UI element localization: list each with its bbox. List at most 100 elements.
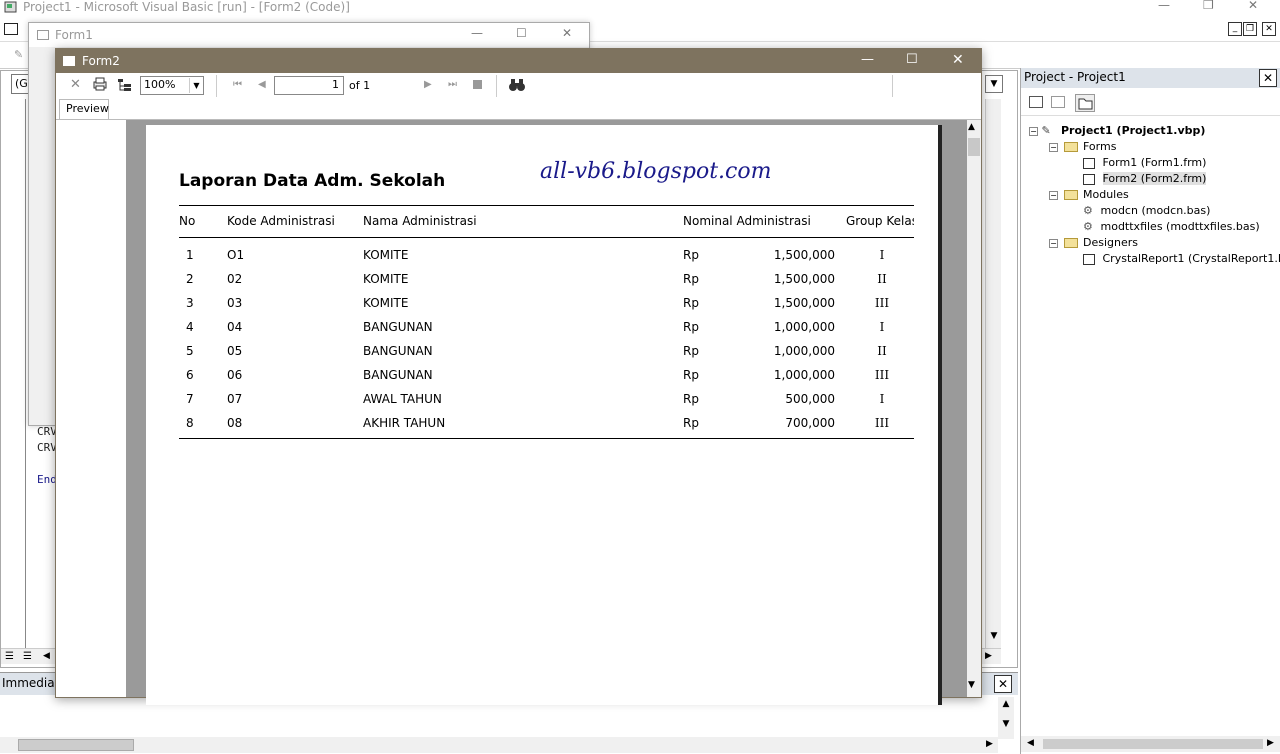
scroll-down-button[interactable]: ▼ (986, 631, 1002, 647)
page-number-value: 1 (332, 78, 339, 91)
scroll-right-button[interactable]: ▶ (1267, 738, 1274, 748)
project-hscroll[interactable]: ◀ ▶ (1021, 736, 1280, 752)
cell-nominal: 1,500,000 (773, 272, 835, 286)
collapse-icon[interactable]: − (1049, 239, 1058, 248)
cell-kode: 06 (227, 368, 243, 382)
cell-no: 1 (186, 248, 194, 262)
tree-root[interactable]: − ✎ Project1 (Project1.vbp) (1029, 124, 1205, 137)
cell-nama: BANGUNAN (363, 344, 433, 358)
hscroll-thumb[interactable] (1043, 739, 1263, 749)
form2-window[interactable]: Form2 — ☐ ✕ ✕ 100% ▼ ⏮ ◀ 1 of 1 ▶ ⏭ Prev… (55, 48, 982, 705)
folder-icon (1063, 238, 1078, 248)
proc-combo-dropdown[interactable]: ▼ (985, 75, 1003, 93)
search-binoculars-icon[interactable] (508, 77, 526, 93)
tab-preview[interactable]: Preview (59, 99, 109, 119)
tree-item-label: modcn (modcn.bas) (1100, 204, 1211, 217)
toggle-folders-icon[interactable] (1075, 94, 1095, 112)
immediate-vscroll[interactable]: ▲ ▼ (998, 697, 1014, 739)
first-page-icon[interactable]: ⏮ (233, 79, 242, 90)
cell-nominal: 500,000 (785, 392, 835, 406)
immediate-hscroll[interactable]: ▶ (0, 737, 998, 753)
form2-minimize-button[interactable]: — (861, 52, 874, 67)
scroll-right-button[interactable]: ▶ (985, 651, 992, 661)
module-icon: ⚙ (1083, 220, 1093, 233)
print-icon[interactable] (92, 76, 108, 92)
tree-item-designer[interactable]: CrystalReport1 (CrystalReport1.Dsr) (1083, 252, 1280, 265)
form1-titlebar: Form1 — ☐ ✕ (29, 23, 589, 47)
chevron-down-icon[interactable]: ▼ (189, 78, 203, 93)
mdi-restore-button[interactable]: ❐ (1243, 22, 1257, 36)
cell-group: I (879, 392, 885, 406)
vscroll-thumb[interactable] (968, 138, 980, 156)
scroll-up-button[interactable]: ▲ (968, 122, 975, 132)
scroll-left-button[interactable]: ◀ (43, 651, 50, 661)
cell-nama: KOMITE (363, 248, 409, 262)
cell-nominal: 1,500,000 (773, 296, 835, 310)
cell-group: II (877, 344, 887, 358)
form2-title: Form2 (82, 54, 120, 68)
form1-maximize-button[interactable]: ☐ (516, 26, 527, 40)
cell-rp: Rp (683, 416, 699, 430)
scroll-down-button[interactable]: ▼ (968, 680, 975, 690)
form2-maximize-button[interactable]: ☐ (906, 52, 918, 67)
collapse-icon[interactable]: − (1029, 127, 1038, 136)
form-icon (37, 30, 49, 40)
scroll-down-button[interactable]: ▼ (998, 719, 1014, 729)
tree-item-label: CrystalReport1 (CrystalReport1.Dsr) (1102, 252, 1280, 265)
next-page-icon[interactable]: ▶ (424, 79, 432, 90)
cell-group: III (874, 368, 890, 382)
page-number-input[interactable]: 1 (274, 76, 344, 95)
tree-toggle-icon[interactable] (117, 77, 133, 93)
stop-icon[interactable] (473, 80, 482, 89)
full-module-view-icon[interactable]: ☰ (23, 651, 32, 662)
scroll-left-button[interactable]: ◀ (1027, 738, 1034, 748)
form1-title: Form1 (55, 28, 93, 42)
prev-page-icon[interactable]: ◀ (258, 79, 266, 90)
tree-folder-forms[interactable]: − Forms (1049, 140, 1116, 153)
last-page-icon[interactable]: ⏭ (448, 79, 457, 90)
collapse-icon[interactable]: − (1049, 143, 1058, 152)
report-row: 6 06 BANGUNAN Rp 1,000,000 III (146, 368, 942, 388)
report-row: 5 05 BANGUNAN Rp 1,000,000 II (146, 344, 942, 364)
form-icon (1083, 173, 1095, 185)
procedure-view-icon[interactable]: ☰ (5, 651, 14, 662)
cell-no: 2 (186, 272, 194, 286)
mdi-close-button[interactable]: ✕ (1262, 22, 1276, 36)
close-icon[interactable]: ✕ (70, 77, 81, 92)
code-vscroll[interactable]: ▼ (985, 99, 1001, 655)
ide-close-button[interactable]: ✕ (1248, 0, 1258, 12)
tree-item-module[interactable]: ⚙ modcn (modcn.bas) (1083, 204, 1210, 217)
form1-minimize-button[interactable]: — (471, 26, 483, 40)
view-code-icon[interactable] (1029, 96, 1043, 108)
tree-folder-modules[interactable]: − Modules (1049, 188, 1129, 201)
tree-item-form2[interactable]: Form2 (Form2.frm) (1083, 172, 1207, 185)
cell-rp: Rp (683, 320, 699, 334)
folder-icon (1063, 142, 1078, 152)
cell-no: 3 (186, 296, 194, 310)
mdi-minimize-button[interactable]: _ (1228, 22, 1242, 36)
ide-minimize-button[interactable]: — (1158, 0, 1170, 12)
form1-close-button[interactable]: ✕ (562, 26, 572, 40)
zoom-select[interactable]: 100% ▼ (140, 76, 204, 95)
view-object-icon[interactable] (1051, 96, 1065, 108)
report-row: 7 07 AWAL TAHUN Rp 500,000 I (146, 392, 942, 412)
form2-titlebar: Form2 — ☐ ✕ (56, 49, 981, 73)
preview-vscroll[interactable]: ▲ ▼ (967, 120, 981, 697)
immediate-close-button[interactable]: ✕ (994, 675, 1012, 693)
ide-restore-button[interactable]: ❐ (1203, 0, 1214, 12)
ide-title: Project1 - Microsoft Visual Basic [run] … (23, 0, 350, 14)
report-row: 4 04 BANGUNAN Rp 1,000,000 I (146, 320, 942, 340)
cell-nama: KOMITE (363, 296, 409, 310)
tree-folder-designers[interactable]: − Designers (1049, 236, 1138, 249)
form2-close-button[interactable]: ✕ (952, 52, 964, 68)
collapse-icon[interactable]: − (1049, 191, 1058, 200)
cell-rp: Rp (683, 344, 699, 358)
module-icon: ⚙ (1083, 204, 1093, 217)
tree-item-form1[interactable]: Form1 (Form1.frm) (1083, 156, 1206, 169)
hscroll-thumb[interactable] (18, 739, 134, 751)
scroll-right-button[interactable]: ▶ (986, 739, 993, 749)
tree-item-module[interactable]: ⚙ modttxfiles (modttxfiles.bas) (1083, 220, 1260, 233)
project-close-button[interactable]: ✕ (1259, 69, 1277, 87)
scroll-up-button[interactable]: ▲ (998, 699, 1014, 709)
cell-nominal: 1,000,000 (773, 344, 835, 358)
